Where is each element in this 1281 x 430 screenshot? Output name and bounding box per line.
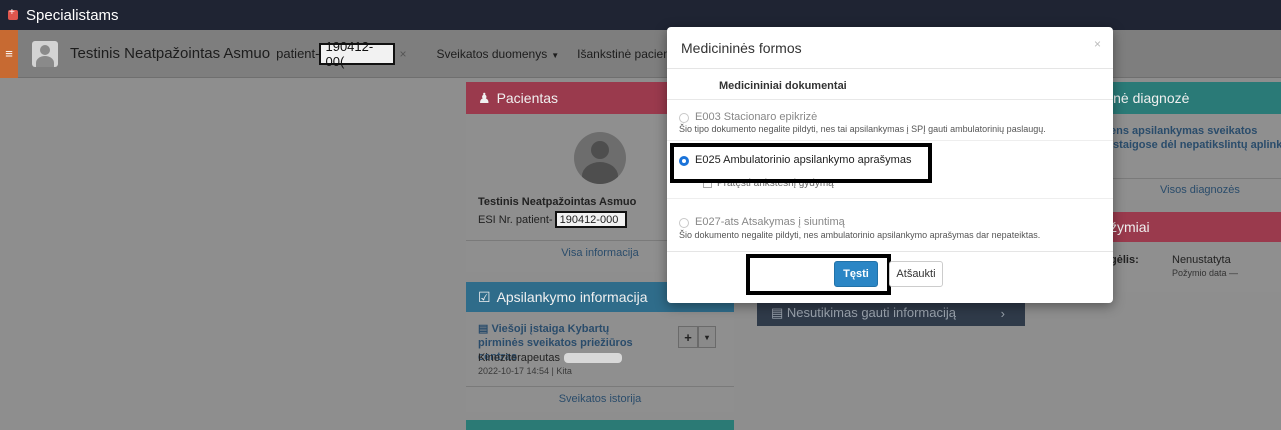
- close-icon[interactable]: ×: [1094, 37, 1101, 51]
- patient-panel-name: Testinis Neatpažointas Asmuo: [478, 196, 637, 208]
- patient-id-value: 190412-00(: [319, 39, 396, 69]
- patient-avatar: [32, 40, 58, 67]
- redacted-name: [563, 353, 622, 363]
- signs-panel: žymiai gėlis: Nenustatyta Požymio data —: [1090, 212, 1281, 292]
- sign-value: Nenustatyta: [1172, 254, 1231, 266]
- cancel-button[interactable]: Atšaukti: [889, 261, 943, 287]
- document-icon: ▤: [478, 323, 492, 335]
- visit-meta: 2022-10-17 14:54 | Kita: [478, 366, 572, 376]
- app-title-bar: Specialistams: [0, 0, 1281, 30]
- diagnosis-text[interactable]: ens apsilankymas sveikatos įstaigose dėl…: [1110, 124, 1281, 152]
- visit-action-group: + ▾: [678, 326, 716, 348]
- radio-e027[interactable]: [679, 218, 689, 228]
- sign-date: Požymio data —: [1172, 268, 1239, 278]
- chevron-right-icon: ›: [1000, 305, 1005, 321]
- list-icon: ▤ Nesutikimas gauti informaciją: [771, 305, 956, 320]
- modal-header: Medicininės formos ×: [667, 27, 1113, 69]
- app-logo-icon: [8, 7, 18, 20]
- section-title: Medicininiai dokumentai: [719, 80, 847, 92]
- patient-esi-value: 190412-000: [554, 211, 627, 228]
- divider: [667, 198, 1113, 199]
- close-patient-icon[interactable]: ×: [399, 47, 406, 61]
- option-e027-label: E027-ats Atsakymas į siuntimą: [695, 216, 845, 228]
- patient-photo: [574, 132, 626, 184]
- divider: [1090, 178, 1281, 179]
- nav-sveikatos-duomenys[interactable]: Sveikatos duomenys ▼: [437, 47, 560, 61]
- divider: [667, 99, 1113, 100]
- dropdown-button[interactable]: ▾: [698, 326, 716, 348]
- option-e027-note: Šio dokumento negalite pildyti, nes ambu…: [679, 230, 1041, 240]
- patient-id-label: patient-: [276, 46, 320, 61]
- patient-esi: ESI Nr. patient- 190412-000: [478, 211, 627, 228]
- modal-title: Medicininės formos: [681, 39, 802, 56]
- sign-label: gėlis:: [1110, 254, 1139, 266]
- checkbox-icon: ☑: [478, 288, 491, 305]
- user-icon: ♟: [478, 89, 491, 106]
- diagnosis-panel: inė diagnozė ens apsilankymas sveikatos …: [1090, 82, 1281, 200]
- menu-toggle-icon[interactable]: ≡: [0, 29, 18, 78]
- highlight-box: [670, 143, 932, 183]
- signs-header: žymiai: [1090, 212, 1281, 242]
- divider: [466, 386, 734, 387]
- medical-forms-modal: Medicininės formos × Medicininiai dokume…: [667, 27, 1113, 303]
- divider: [667, 251, 1113, 252]
- next-panel-header: [466, 420, 734, 430]
- option-e003[interactable]: E003 Stacionaro epikrizė: [679, 111, 817, 123]
- option-e003-note: Šio tipo dokumento negalite pildyti, nes…: [679, 124, 1046, 134]
- divider: [667, 140, 1113, 141]
- continue-button[interactable]: Tęsti: [834, 261, 878, 287]
- option-e003-label: E003 Stacionaro epikrizė: [695, 111, 818, 123]
- radio-e003[interactable]: [679, 113, 689, 123]
- option-e027[interactable]: E027-ats Atsakymas į siuntimą: [679, 216, 845, 228]
- add-button[interactable]: +: [678, 326, 698, 348]
- nesutikimas-button[interactable]: ▤ Nesutikimas gauti informaciją ›: [757, 300, 1025, 326]
- sveikatos-istorija-link[interactable]: Sveikatos istorija: [466, 393, 734, 405]
- specialist-role: Kineziterapeutas: [478, 352, 622, 364]
- app-title: Specialistams: [26, 6, 119, 24]
- visos-diagnozes-link[interactable]: Visos diagnozės: [1160, 184, 1240, 196]
- patient-name: Testinis Neatpažointas Asmuo: [70, 45, 271, 62]
- diagnosis-header: inė diagnozė: [1090, 82, 1281, 114]
- chevron-down-icon: ▼: [551, 50, 560, 60]
